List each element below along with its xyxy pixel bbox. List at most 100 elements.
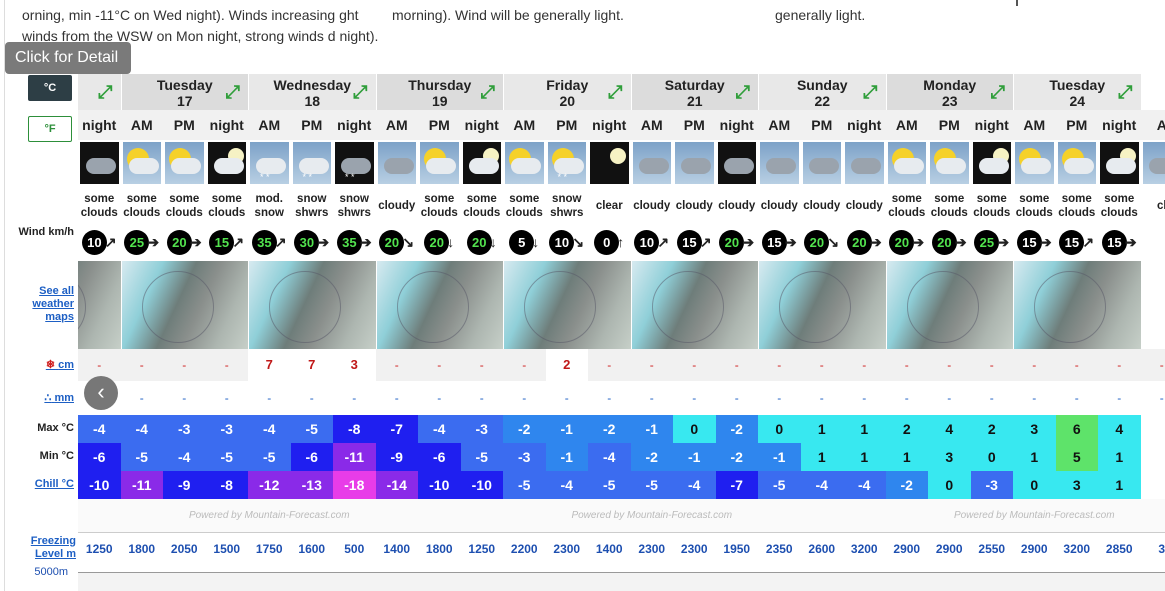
wind-direction-icon: ↗ [232, 233, 245, 250]
wind-indicator: 25 ➔ [971, 222, 1014, 262]
max-temp-label: Max °C [37, 422, 74, 434]
horizontal-scrollbar[interactable] [78, 572, 1165, 591]
wind-speed: 35 [336, 229, 362, 255]
snow-value: - [120, 349, 163, 381]
weather-map-thumbnail[interactable] [758, 261, 886, 349]
weather-icon [801, 140, 844, 186]
min-temp-value: 1 [885, 443, 928, 471]
chill-temp-value: -7 [715, 471, 758, 499]
wind-speed: 15 [761, 229, 787, 255]
wind-indicator: 15 ↗ [673, 222, 716, 262]
rain-value: - [1055, 382, 1098, 414]
snow-label[interactable]: ❄ cm [38, 358, 74, 371]
max-temp-value: -3 [163, 415, 206, 443]
max-temp-value: 6 [1055, 415, 1098, 443]
chill-temp-value: -5 [630, 471, 673, 499]
weather-summary: some clouds [885, 186, 928, 226]
rain-label[interactable]: ∴ mm [38, 391, 74, 404]
rain-value: - [1140, 382, 1165, 414]
wind-indicator [1141, 222, 1165, 262]
min-temp-label: Min °C [39, 450, 74, 462]
day-header[interactable]: Monday 23 ⤢ [885, 74, 1013, 110]
expand-icon[interactable]: ⤢ [226, 83, 240, 101]
day-header[interactable]: Saturday 21 ⤢ [630, 74, 758, 110]
min-temp-value [1140, 443, 1165, 471]
chill-temp-label[interactable]: Chill °C [20, 478, 74, 490]
wind-direction-icon: ↓ [447, 234, 455, 250]
powered-by-text: Powered by Mountain-Forecast.com [953, 510, 1115, 521]
expand-icon[interactable]: ⤢ [98, 83, 112, 101]
period-label: night [588, 110, 631, 140]
weather-map-thumbnail[interactable] [1013, 261, 1141, 349]
period-label: PM [1055, 110, 1098, 140]
freezing-level-value: 3200 [1055, 532, 1098, 564]
day-header[interactable]: Tuesday 24 ⤢ [1013, 74, 1141, 110]
period-label: night [970, 110, 1013, 140]
min-temp-value: -4 [588, 443, 631, 471]
expand-icon[interactable]: ⤢ [991, 83, 1005, 101]
wind-direction-icon: ↘ [572, 233, 585, 250]
chill-temp-value: 0 [928, 471, 971, 499]
freezing-level-value: 3 [1140, 532, 1165, 564]
freezing-level-label[interactable]: Freezing Level m [8, 535, 76, 561]
wind-label: Wind km/h [18, 226, 74, 238]
weather-summary: some clouds [1013, 186, 1056, 226]
weather-map-thumbnail[interactable] [503, 261, 631, 349]
celsius-toggle[interactable]: °C [28, 75, 72, 101]
day-header[interactable]: Sunday 22 ⤢ [758, 74, 886, 110]
min-temp-value: -2 [630, 443, 673, 471]
period-label: AM [758, 110, 801, 140]
wind-direction-icon: ➔ [742, 233, 755, 250]
weather-map-thumbnail[interactable] [375, 261, 503, 349]
freezing-level-value: 1950 [715, 532, 758, 564]
day-header[interactable]: Tuesday 17 ⤢ [120, 74, 248, 110]
freezing-level-value: 2350 [758, 532, 801, 564]
left-edge [0, 0, 5, 591]
weather-map-thumbnail[interactable] [248, 261, 376, 349]
rain-value: - [715, 382, 758, 414]
expand-icon[interactable]: ⤢ [481, 83, 495, 101]
weather-map-thumbnail[interactable] [78, 261, 121, 349]
freezing-level-value: 2300 [673, 532, 716, 564]
snow-value: 7 [290, 349, 333, 381]
period-label: PM [418, 110, 461, 140]
period-label: night [333, 110, 376, 140]
chill-temp-value: -11 [120, 471, 163, 499]
max-temp-value: 1 [843, 415, 886, 443]
expand-icon[interactable]: ⤢ [608, 83, 622, 101]
day-header[interactable]: Thursday 19 ⤢ [375, 74, 503, 110]
fahrenheit-toggle[interactable]: °F [28, 116, 72, 142]
freezing-level-value: 2300 [545, 532, 588, 564]
day-header[interactable]: Wednesday 18 ⤢ [248, 74, 376, 110]
day-header[interactable]: Friday 20 ⤢ [503, 74, 631, 110]
weather-maps-link[interactable]: See all weather maps [8, 285, 74, 324]
weather-map-thumbnail[interactable] [885, 261, 1013, 349]
freezing-level-row: 1250 1800 2050 1500 1750 1600 500 1400 1800 1250 2… [78, 532, 1165, 564]
wind-direction-icon: ➔ [954, 233, 967, 250]
expand-icon[interactable]: ⤢ [736, 83, 750, 101]
max-temp-value: -1 [630, 415, 673, 443]
scroll-left-button[interactable]: ‹ [84, 376, 118, 410]
freezing-level-value: 2900 [1013, 532, 1056, 564]
rain-value: - [885, 382, 928, 414]
weather-map-thumbnail[interactable] [630, 261, 758, 349]
day-header[interactable]: ay⤢ [78, 74, 121, 110]
rain-value: - [460, 382, 503, 414]
weather-icon [886, 140, 929, 186]
expand-icon[interactable]: ⤢ [863, 83, 877, 101]
chill-temp-value: -14 [375, 471, 418, 499]
expand-icon[interactable]: ⤢ [353, 83, 367, 101]
wind-indicator: 15 ➔ [1013, 222, 1056, 262]
snow-value: - [1013, 349, 1056, 381]
chill-temp-value: -8 [205, 471, 248, 499]
snow-value: - [205, 349, 248, 381]
weather-summary: some clouds [120, 186, 163, 226]
weather-icon [78, 140, 121, 186]
freezing-level-value: 2900 [885, 532, 928, 564]
max-temp-value: -3 [460, 415, 503, 443]
period-label: PM [545, 110, 588, 140]
expand-icon[interactable]: ⤢ [1118, 83, 1132, 101]
weather-summary: some clouds [970, 186, 1013, 226]
weather-icon: * * [546, 140, 589, 186]
weather-map-thumbnail[interactable] [120, 261, 248, 349]
